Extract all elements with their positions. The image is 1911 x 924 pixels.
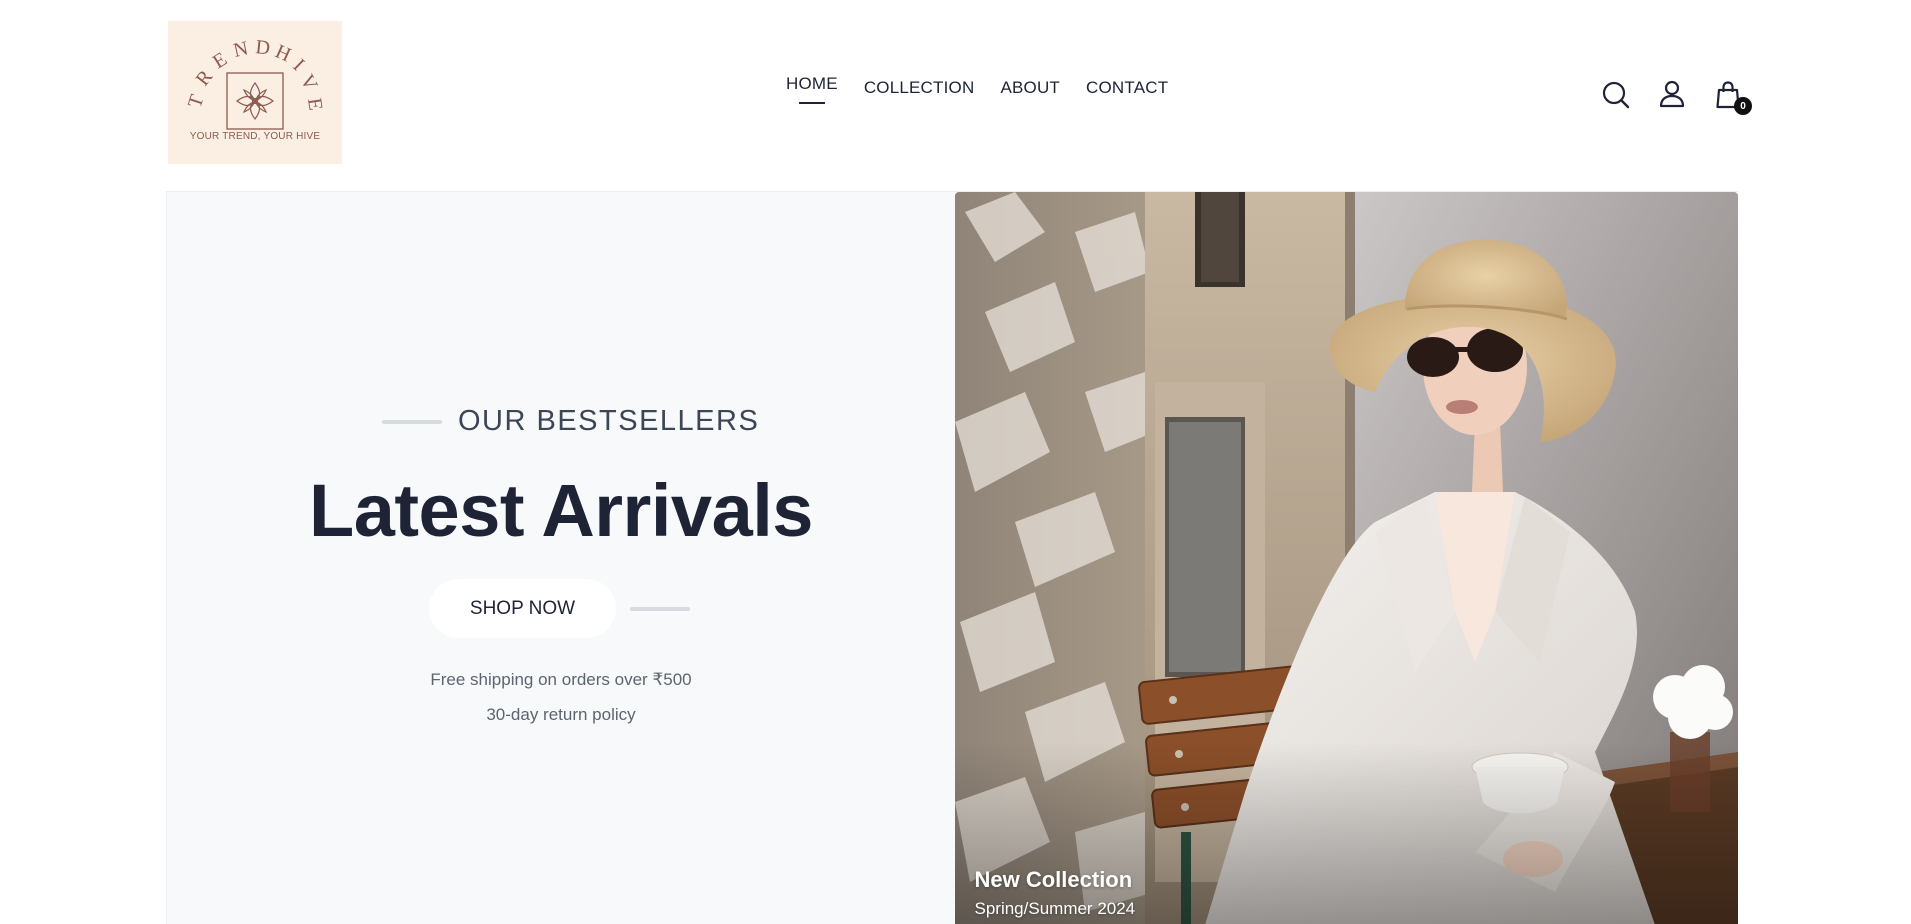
caption-subtitle: Spring/Summer 2024 <box>974 899 1136 918</box>
search-icon <box>1602 81 1630 109</box>
cart-button[interactable]: 0 <box>1712 79 1752 115</box>
nav-item-collection[interactable]: COLLECTION <box>864 78 975 108</box>
fashion-photo <box>954 192 1738 924</box>
svg-text:E: E <box>303 97 326 112</box>
svg-text:H: H <box>272 40 294 66</box>
hero-title: Latest Arrivals <box>309 469 813 552</box>
svg-text:N: N <box>231 37 250 62</box>
hero-image[interactable]: New Collection Spring/Summer 2024 <box>954 192 1738 924</box>
hero-section: OUR BESTSELLERS Latest Arrivals SHOP NOW… <box>166 191 1738 924</box>
image-caption: New Collection Spring/Summer 2024 <box>975 867 1136 924</box>
account-button[interactable] <box>1656 79 1688 111</box>
header-actions: 0 <box>1600 79 1752 115</box>
nav-item-contact[interactable]: CONTACT <box>1086 78 1168 108</box>
shop-now-button[interactable]: SHOP NOW <box>429 579 616 638</box>
return-policy-info: 30-day return policy <box>486 705 636 724</box>
page: T R E N D H I V E YOUR TREND, YOUR HIVE … <box>0 0 1911 924</box>
nav-item-home[interactable]: HOME <box>786 74 838 104</box>
cta-row: SHOP NOW <box>429 579 690 638</box>
svg-text:I: I <box>289 55 309 75</box>
cta-divider <box>630 606 690 611</box>
main-nav: HOME COLLECTION ABOUT CONTACT <box>786 74 1168 108</box>
logo-mark-icon: T R E N D H I V E <box>184 36 327 130</box>
eyebrow-divider <box>382 419 442 424</box>
svg-text:R: R <box>192 66 218 91</box>
nav-item-about[interactable]: ABOUT <box>1000 78 1060 108</box>
svg-text:T: T <box>184 92 209 110</box>
caption-title: New Collection <box>974 867 1133 892</box>
brand-logo[interactable]: T R E N D H I V E YOUR TREND, YOUR HIVE <box>168 21 342 164</box>
brand-tagline: YOUR TREND, YOUR HIVE <box>189 131 321 142</box>
svg-text:V: V <box>296 71 322 95</box>
cart-count-badge: 0 <box>1734 97 1752 115</box>
eyebrow-text: OUR BESTSELLERS <box>458 405 760 437</box>
hero-text-panel: OUR BESTSELLERS Latest Arrivals SHOP NOW… <box>167 192 955 924</box>
search-button[interactable] <box>1600 79 1632 111</box>
svg-text:D: D <box>254 36 271 59</box>
user-icon <box>1659 80 1685 108</box>
svg-text:E: E <box>209 48 231 73</box>
hero-eyebrow: OUR BESTSELLERS <box>382 405 759 438</box>
shipping-info: Free shipping on orders over ₹500 <box>430 670 692 689</box>
